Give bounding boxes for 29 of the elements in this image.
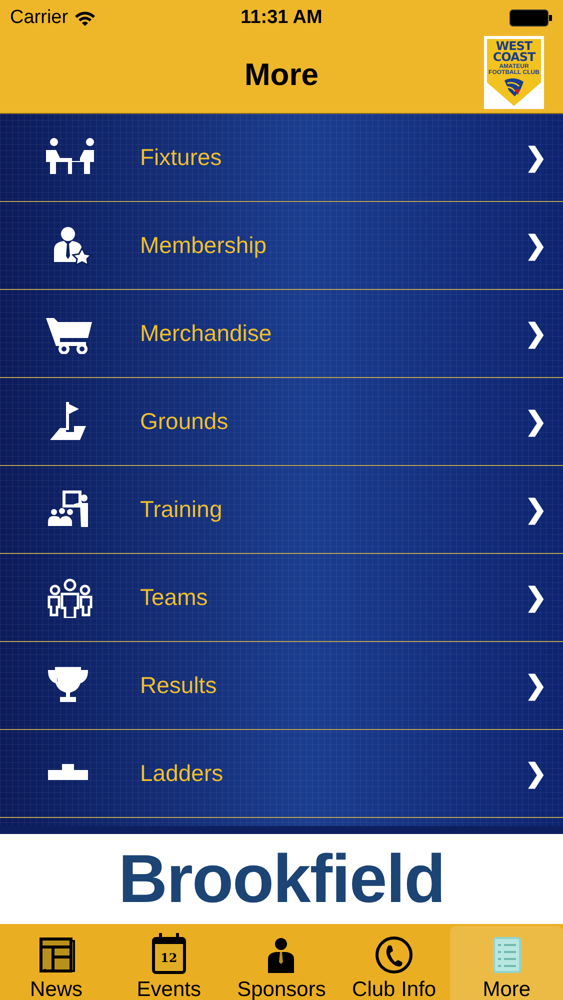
menu-item[interactable]: Membership ❯ xyxy=(0,202,563,290)
menu-item[interactable]: Grounds ❯ xyxy=(0,378,563,466)
menu-item[interactable]: Training ❯ xyxy=(0,466,563,554)
carrier-label: Carrier xyxy=(10,7,68,29)
wifi-icon xyxy=(74,10,96,26)
tab[interactable]: News xyxy=(0,924,113,1000)
chevron-icon: ❯ xyxy=(525,142,547,173)
clock-time: 11:31 AM xyxy=(240,7,322,29)
calendar-date: 12 xyxy=(160,950,178,964)
menu-item[interactable]: Ladders ❯ xyxy=(0,730,563,818)
chevron-icon: ❯ xyxy=(525,318,547,349)
chevron-icon: ❯ xyxy=(525,406,547,437)
phone-icon xyxy=(373,934,416,976)
people-icon xyxy=(46,578,94,618)
chevron-icon: ❯ xyxy=(525,582,547,613)
chevron-icon: ❯ xyxy=(525,494,547,525)
tab[interactable]: Sponsors xyxy=(225,924,338,1000)
page-title: More xyxy=(244,56,319,92)
menu-item[interactable]: Results ❯ xyxy=(0,642,563,730)
tab[interactable]: Club Info xyxy=(338,924,450,1000)
battery-icon xyxy=(509,9,554,27)
menu-item[interactable]: Fixtures ❯ xyxy=(0,114,563,202)
tab[interactable]: 12 Events xyxy=(112,924,226,1000)
chevron-icon: ❯ xyxy=(525,230,547,261)
tab[interactable]: More xyxy=(450,926,563,1000)
chevron-icon: ❯ xyxy=(525,758,547,789)
menu-item[interactable]: Merchandise ❯ xyxy=(0,290,563,378)
chevron-icon: ❯ xyxy=(525,670,547,701)
menu-item[interactable]: Teams ❯ xyxy=(0,554,563,642)
